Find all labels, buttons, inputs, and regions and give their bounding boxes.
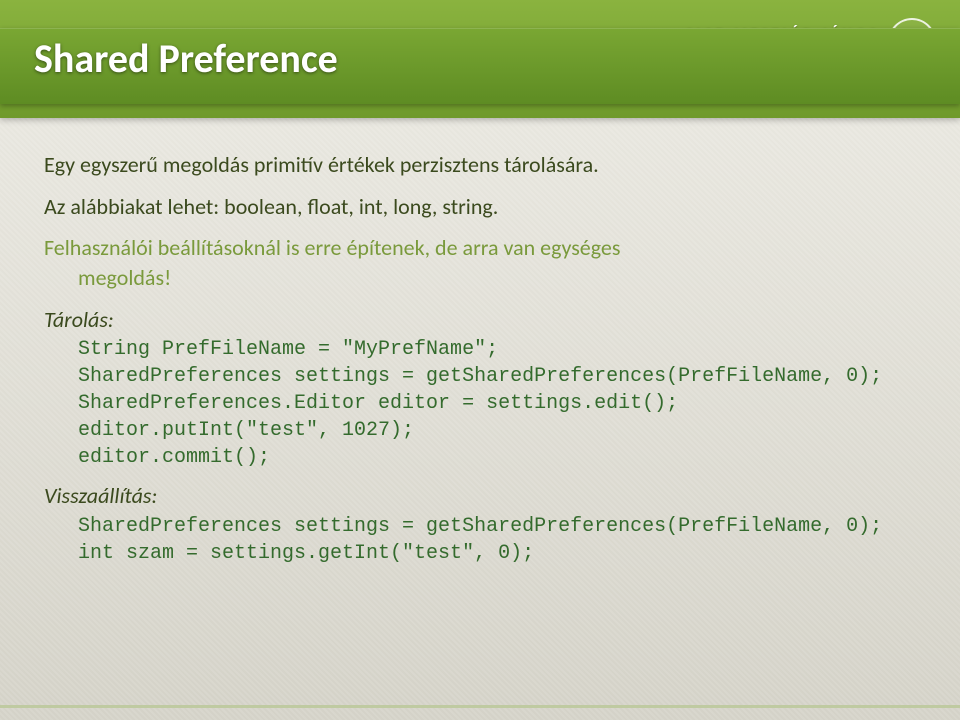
- content-area: Egy egyszerű megoldás primitív értékek p…: [44, 150, 916, 577]
- paragraph-note-line1: Felhasználói beállításoknál is erre épít…: [44, 234, 620, 261]
- footer-divider: [0, 705, 960, 708]
- page-title: Shared Preference: [34, 34, 338, 83]
- label-store: Tárolás:: [44, 305, 916, 335]
- paragraph-note: Felhasználói beállításoknál is erre épít…: [44, 233, 916, 292]
- paragraph-note-line2: megoldás!: [44, 263, 916, 293]
- label-restore: Visszaállítás:: [44, 481, 916, 511]
- code-store: String PrefFileName = "MyPrefName"; Shar…: [78, 336, 916, 471]
- paragraph-intro: Egy egyszerű megoldás primitív értékek p…: [44, 150, 916, 180]
- code-restore: SharedPreferences settings = getSharedPr…: [78, 513, 916, 567]
- paragraph-types: Az alábbiakat lehet: boolean, float, int…: [44, 192, 916, 222]
- title-bar: Shared Preference: [0, 28, 960, 104]
